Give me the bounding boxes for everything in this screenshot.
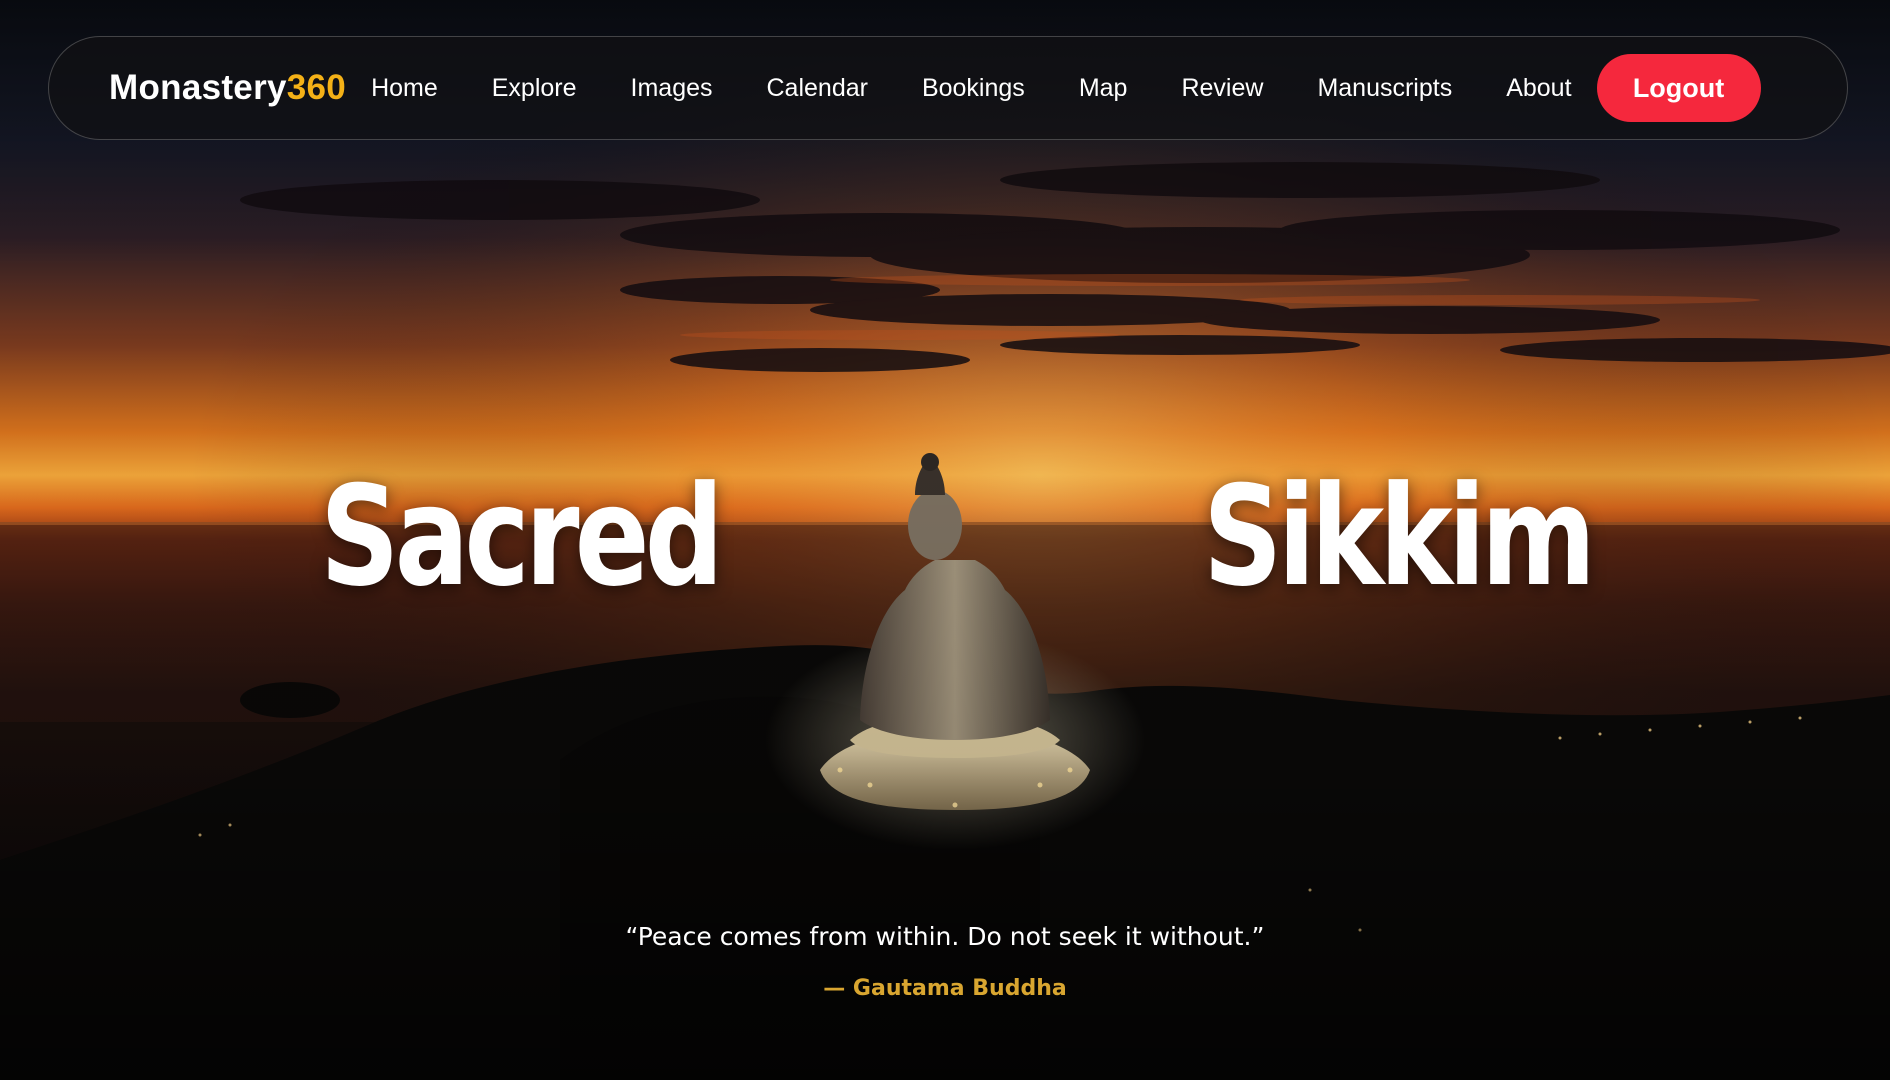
- nav-link-images[interactable]: Images: [631, 74, 713, 103]
- nav-link-explore[interactable]: Explore: [492, 74, 577, 103]
- hero-quote-author: — Gautama Buddha: [823, 976, 1067, 1001]
- nav-link-manuscripts[interactable]: Manuscripts: [1317, 74, 1452, 103]
- hero-background-image: [0, 0, 1890, 1080]
- nav-link-review[interactable]: Review: [1181, 74, 1263, 103]
- brand-name: Monastery: [109, 68, 287, 107]
- nav-link-calendar[interactable]: Calendar: [767, 74, 868, 103]
- logout-button[interactable]: Logout: [1596, 54, 1761, 122]
- hero-title-right: Sikkim: [1203, 456, 1596, 617]
- brand-logo[interactable]: Monastery360: [109, 68, 346, 108]
- brand-suffix: 360: [286, 68, 347, 107]
- hero-quote: “Peace comes from within. Do not seek it…: [625, 922, 1265, 951]
- nav-link-about[interactable]: About: [1506, 74, 1571, 103]
- nav-link-home[interactable]: Home: [371, 74, 438, 103]
- hero-title-left: Sacred: [320, 456, 724, 617]
- hero-section: Monastery360 Home Explore Images Calenda…: [0, 0, 1890, 1080]
- top-navbar: Monastery360 Home Explore Images Calenda…: [48, 36, 1848, 140]
- nav-links: Home Explore Images Calendar Bookings Ma…: [371, 74, 1596, 103]
- nav-link-bookings[interactable]: Bookings: [922, 74, 1025, 103]
- nav-link-map[interactable]: Map: [1079, 74, 1128, 103]
